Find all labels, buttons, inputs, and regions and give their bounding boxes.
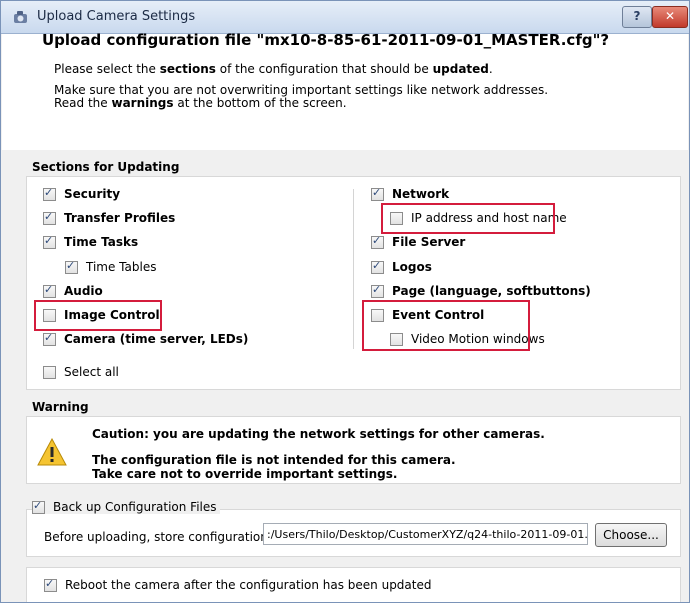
sections-title: Sections for Updating (32, 160, 180, 174)
checkbox-backup[interactable]: Back up Configuration Files (32, 499, 220, 514)
checkbox-box[interactable] (43, 365, 56, 379)
title-bar[interactable]: Upload Camera Settings ? ✕ (1, 1, 689, 34)
camera-app-icon (14, 11, 27, 23)
choose-button[interactable]: Choose... (595, 523, 667, 547)
checkbox-label: Reboot the camera after the configuratio… (65, 578, 432, 592)
checkbox-logos[interactable]: Logos (371, 259, 432, 274)
help-button[interactable]: ? (622, 6, 652, 28)
warning-take-care-text: Take care not to override important sett… (92, 467, 398, 481)
instruction-line-2: Make sure that you are not overwriting i… (54, 83, 549, 97)
highlight-event-control (362, 300, 530, 351)
checkbox-label: Page (language, softbuttons) (392, 284, 591, 298)
checkbox-label: Security (64, 187, 121, 201)
instruction-line-1: Please select the sections of the config… (54, 62, 493, 76)
checkbox-label: File Server (392, 235, 466, 249)
warning-caution-text: Caution: you are updating the network se… (92, 427, 545, 441)
checkbox-security[interactable]: Security (43, 186, 121, 201)
checkbox-label: Select all (64, 365, 119, 379)
checkbox-label: Transfer Profiles (64, 211, 176, 225)
checkbox-box[interactable] (32, 499, 45, 514)
backup-path-field[interactable]: :/Users/Thilo/Desktop/CustomerXYZ/q24-th… (263, 523, 588, 545)
checkbox-box[interactable] (43, 186, 56, 201)
checkbox-network[interactable]: Network (371, 186, 450, 201)
checkbox-time-tasks[interactable]: Time Tasks (43, 234, 139, 249)
checkbox-box[interactable] (44, 577, 57, 592)
checkbox-box[interactable] (371, 234, 384, 249)
checkbox-box[interactable] (371, 259, 384, 274)
checkbox-label: Network (392, 187, 450, 201)
checkbox-label: Logos (392, 260, 432, 274)
checkbox-camera[interactable]: Camera (time server, LEDs) (43, 331, 249, 346)
checkbox-box[interactable] (43, 283, 56, 298)
close-button[interactable]: ✕ (652, 6, 688, 28)
window-title: Upload Camera Settings (37, 9, 196, 24)
column-divider (353, 189, 354, 349)
highlight-image-control (34, 300, 162, 331)
checkbox-audio[interactable]: Audio (43, 283, 103, 298)
checkbox-label: Time Tables (86, 260, 157, 274)
checkbox-reboot[interactable]: Reboot the camera after the configuratio… (44, 577, 432, 592)
checkbox-box[interactable] (43, 210, 56, 225)
instruction-line-3: Read the warnings at the bottom of the s… (54, 96, 347, 110)
warning-title: Warning (32, 400, 89, 414)
checkbox-label: Time Tasks (64, 235, 139, 249)
warning-icon (37, 438, 67, 466)
checkbox-box[interactable] (65, 259, 78, 274)
checkbox-label: Camera (time server, LEDs) (64, 332, 249, 346)
checkbox-file-server[interactable]: File Server (371, 234, 466, 249)
checkbox-box[interactable] (371, 186, 384, 201)
checkbox-box[interactable] (43, 331, 56, 346)
checkbox-time-tables[interactable]: Time Tables (65, 259, 157, 274)
checkbox-select-all[interactable]: Select all (43, 365, 119, 379)
checkbox-transfer-profiles[interactable]: Transfer Profiles (43, 210, 176, 225)
checkbox-label: Back up Configuration Files (53, 500, 217, 514)
upload-camera-settings-dialog: Upload Camera Settings ? ✕ Upload config… (0, 0, 690, 603)
checkbox-label: Audio (64, 284, 103, 298)
checkbox-page[interactable]: Page (language, softbuttons) (371, 283, 591, 298)
highlight-ip-address (381, 203, 555, 234)
checkbox-box[interactable] (371, 283, 384, 298)
warning-not-intended-text: The configuration file is not intended f… (92, 453, 456, 467)
backup-path-label: Before uploading, store configuration fi… (44, 530, 301, 544)
upload-heading: Upload configuration file "mx10-8-85-61-… (42, 31, 610, 49)
checkbox-box[interactable] (43, 234, 56, 249)
